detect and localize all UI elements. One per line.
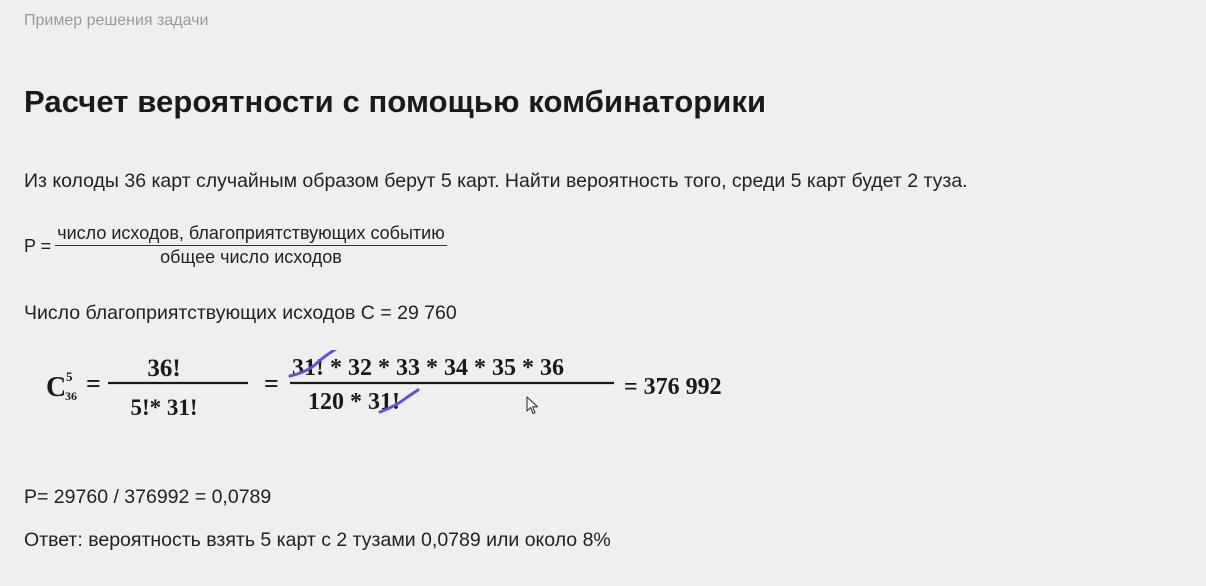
- problem-statement: Из колоды 36 карт случайным образом беру…: [24, 170, 968, 192]
- probability-numerator: число исходов, благоприятствующих событи…: [55, 223, 447, 246]
- combination-formula-svg: C 5 36 = 36! 5!* 31! = 31! * 32 * 33 * 3…: [46, 346, 722, 420]
- answer: Ответ: вероятность взять 5 карт с 2 туза…: [24, 529, 611, 551]
- frac2-numerator: 31! * 32 * 33 * 34 * 35 * 36: [292, 355, 564, 381]
- probability-denominator: общее число исходов: [160, 247, 342, 267]
- frac2-den-prefix: 120 *: [308, 389, 368, 415]
- equals-sign-1: =: [86, 369, 101, 398]
- breadcrumb: Пример решения задачи: [24, 12, 209, 29]
- favorable-outcomes: Число благоприятствующих исходов C = 29 …: [24, 302, 457, 324]
- combination-formula: C 5 36 = 36! 5!* 31! = 31! * 32 * 33 * 3…: [46, 346, 766, 430]
- comb-k: 5: [66, 369, 73, 384]
- probability-formula: P = число исходов, благоприятствующих со…: [24, 223, 447, 268]
- frac1-numerator: 36!: [147, 355, 180, 382]
- comb-n: 36: [65, 389, 77, 403]
- combination-result: = 376 992: [624, 374, 722, 400]
- page-title: Расчет вероятности с помощью комбинатори…: [24, 84, 767, 119]
- probability-fraction: число исходов, благоприятствующих событи…: [55, 223, 447, 268]
- comb-symbol: C: [46, 372, 66, 403]
- equals-sign-2: =: [264, 369, 279, 398]
- frac2-num-rest: * 32 * 33 * 34 * 35 * 36: [324, 355, 564, 381]
- mouse-cursor-icon: [526, 396, 540, 421]
- frac1-denominator: 5!* 31!: [130, 395, 197, 420]
- probability-label: P =: [24, 236, 52, 256]
- probability-result: P= 29760 / 376992 = 0,0789: [24, 486, 272, 508]
